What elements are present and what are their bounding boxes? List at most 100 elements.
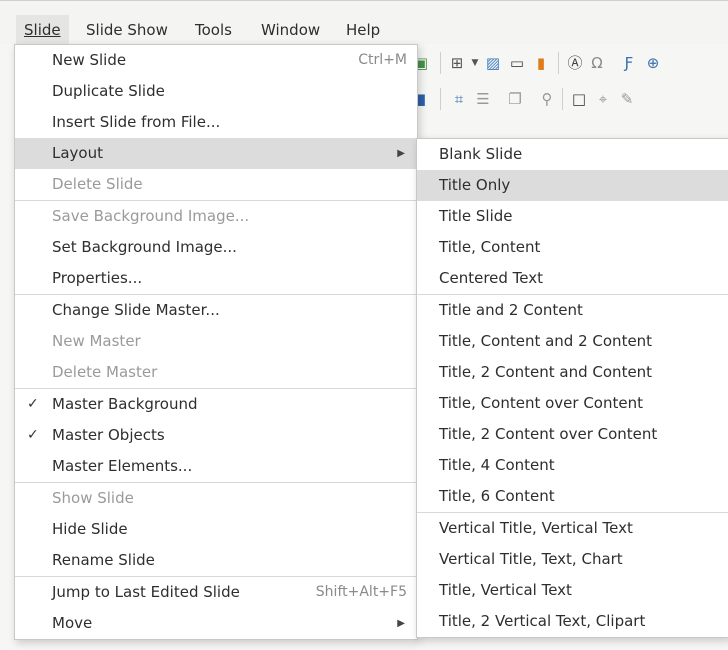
- layout-title-only[interactable]: Title Only: [417, 170, 728, 201]
- layout-title-content-over-content[interactable]: Title, Content over Content: [417, 388, 728, 419]
- menu-item-label: Properties...: [52, 269, 143, 287]
- menubar: Slide Slide Show Tools Window Help: [0, 0, 728, 45]
- menu-item-label: Title, 6 Content: [439, 487, 555, 505]
- menu-item-change-slide-master[interactable]: Change Slide Master...: [15, 295, 417, 326]
- menu-item-label: Set Background Image...: [52, 238, 237, 256]
- hyperlink-icon[interactable]: ⊕: [644, 54, 662, 72]
- layout-title-and-2-content[interactable]: Title and 2 Content: [417, 295, 728, 326]
- special-character-icon[interactable]: Ω: [588, 54, 606, 72]
- menu-item-insert-slide-from-file[interactable]: Insert Slide from File...: [15, 107, 417, 138]
- menu-item-save-background-image: Save Background Image...: [15, 201, 417, 232]
- menubar-tools[interactable]: Tools: [187, 15, 240, 45]
- arrange-icon[interactable]: ❐: [506, 90, 524, 108]
- shortcut-text: Shift+Alt+F5: [315, 584, 407, 600]
- menu-item-label: Title Slide: [439, 207, 513, 225]
- textbox-icon[interactable]: Ⓐ: [566, 54, 584, 72]
- menu-item-label: Duplicate Slide: [52, 82, 165, 100]
- menu-item-move[interactable]: Move ▶: [15, 608, 417, 639]
- chart-icon[interactable]: ▮: [532, 54, 550, 72]
- media-icon[interactable]: ▭: [508, 54, 526, 72]
- toolbar-separator: [558, 52, 559, 74]
- menu-item-label: Title and 2 Content: [439, 301, 583, 319]
- menu-item-show-slide: Show Slide: [15, 483, 417, 514]
- menu-item-label: Delete Slide: [52, 175, 143, 193]
- image-icon[interactable]: ▨: [484, 54, 502, 72]
- menubar-slide-show[interactable]: Slide Show: [78, 15, 176, 45]
- layout-submenu: Blank Slide Title Only Title Slide Title…: [416, 138, 728, 638]
- check-icon: ✓: [27, 427, 39, 443]
- menu-item-label: Centered Text: [439, 269, 544, 287]
- menu-item-label: Master Objects: [52, 426, 165, 444]
- menu-item-label: Master Background: [52, 395, 198, 413]
- layout-title-vertical-text[interactable]: Title, Vertical Text: [417, 575, 728, 606]
- menu-item-set-background-image[interactable]: Set Background Image...: [15, 232, 417, 263]
- menubar-slide-show-label: Slide Show: [86, 21, 168, 39]
- menu-item-label: New Master: [52, 332, 141, 350]
- menu-item-label: Move: [52, 614, 93, 632]
- layout-title-2-content-over-content[interactable]: Title, 2 Content over Content: [417, 419, 728, 450]
- layout-title-6-content[interactable]: Title, 6 Content: [417, 481, 728, 512]
- points-icon[interactable]: ⌖: [594, 90, 612, 108]
- layout-vertical-title-vertical-text[interactable]: Vertical Title, Vertical Text: [417, 513, 728, 544]
- menu-item-label: Title, 4 Content: [439, 456, 555, 474]
- submenu-arrow-icon: ▶: [397, 618, 405, 629]
- menu-item-rename-slide[interactable]: Rename Slide: [15, 545, 417, 576]
- menu-item-label: Layout: [52, 144, 103, 162]
- menu-item-layout[interactable]: Layout ▶: [15, 138, 417, 169]
- shadow-icon[interactable]: □: [570, 90, 588, 108]
- menu-item-hide-slide[interactable]: Hide Slide: [15, 514, 417, 545]
- menu-item-label: Master Elements...: [52, 457, 193, 475]
- fontwork-icon[interactable]: Ƒ: [620, 54, 638, 72]
- menu-item-label: Title, Content and 2 Content: [439, 332, 653, 350]
- menubar-slide[interactable]: Slide: [16, 15, 69, 45]
- menu-item-label: Show Slide: [52, 489, 134, 507]
- layout-title-slide[interactable]: Title Slide: [417, 201, 728, 232]
- layout-blank-slide[interactable]: Blank Slide: [417, 139, 728, 170]
- menu-item-label: Save Background Image...: [52, 207, 250, 225]
- toolbar-separator: [562, 88, 563, 110]
- submenu-arrow-icon: ▶: [397, 148, 405, 159]
- menu-item-master-background[interactable]: ✓ Master Background: [15, 389, 417, 420]
- layout-title-2-vertical-text-clipart[interactable]: Title, 2 Vertical Text, Clipart: [417, 606, 728, 637]
- menu-item-jump-to-last-edited-slide[interactable]: Jump to Last Edited Slide Shift+Alt+F5: [15, 577, 417, 608]
- align-icon[interactable]: ☰: [474, 90, 492, 108]
- menubar-tools-label: Tools: [195, 21, 232, 39]
- menu-item-label: Title, Vertical Text: [439, 581, 572, 599]
- menu-item-label: Delete Master: [52, 363, 158, 381]
- menu-item-label: Title, 2 Vertical Text, Clipart: [439, 612, 646, 630]
- slide-menu: New Slide Ctrl+M Duplicate Slide Insert …: [14, 44, 418, 640]
- distribute-icon[interactable]: ⚲: [538, 90, 556, 108]
- menu-item-label: Rename Slide: [52, 551, 155, 569]
- menu-item-master-elements[interactable]: Master Elements...: [15, 451, 417, 482]
- menu-item-new-slide[interactable]: New Slide Ctrl+M: [15, 45, 417, 76]
- menu-item-delete-master: Delete Master: [15, 357, 417, 388]
- menu-item-delete-slide: Delete Slide: [15, 169, 417, 200]
- menu-item-label: Vertical Title, Text, Chart: [439, 550, 623, 568]
- crop-icon[interactable]: ⌗: [450, 90, 468, 108]
- menu-item-master-objects[interactable]: ✓ Master Objects: [15, 420, 417, 451]
- brush-icon[interactable]: ✎: [618, 90, 636, 108]
- layout-title-2-content-and-content[interactable]: Title, 2 Content and Content: [417, 357, 728, 388]
- toolbar-separator: [440, 88, 441, 110]
- layout-title-4-content[interactable]: Title, 4 Content: [417, 450, 728, 481]
- layout-centered-text[interactable]: Centered Text: [417, 263, 728, 294]
- menubar-window[interactable]: Window: [253, 15, 328, 45]
- layout-title-content-and-2-content[interactable]: Title, Content and 2 Content: [417, 326, 728, 357]
- menu-item-label: Change Slide Master...: [52, 301, 220, 319]
- menu-item-label: Title, Content: [439, 238, 541, 256]
- menubar-help[interactable]: Help: [338, 15, 388, 45]
- menu-item-label: Blank Slide: [439, 145, 523, 163]
- menu-item-label: Title, Content over Content: [439, 394, 643, 412]
- menu-item-duplicate-slide[interactable]: Duplicate Slide: [15, 76, 417, 107]
- dropdown-arrow-icon[interactable]: ▼: [466, 54, 484, 72]
- layout-title-content[interactable]: Title, Content: [417, 232, 728, 263]
- menu-item-label: Hide Slide: [52, 520, 128, 538]
- table-icon[interactable]: ⊞: [448, 54, 466, 72]
- layout-vertical-title-text-chart[interactable]: Vertical Title, Text, Chart: [417, 544, 728, 575]
- check-icon: ✓: [27, 396, 39, 412]
- menubar-slide-label: Slide: [24, 21, 61, 39]
- menu-item-label: Title Only: [439, 176, 511, 194]
- menu-item-label: Title, 2 Content over Content: [439, 425, 658, 443]
- menu-item-properties[interactable]: Properties...: [15, 263, 417, 294]
- menu-item-label: Title, 2 Content and Content: [439, 363, 653, 381]
